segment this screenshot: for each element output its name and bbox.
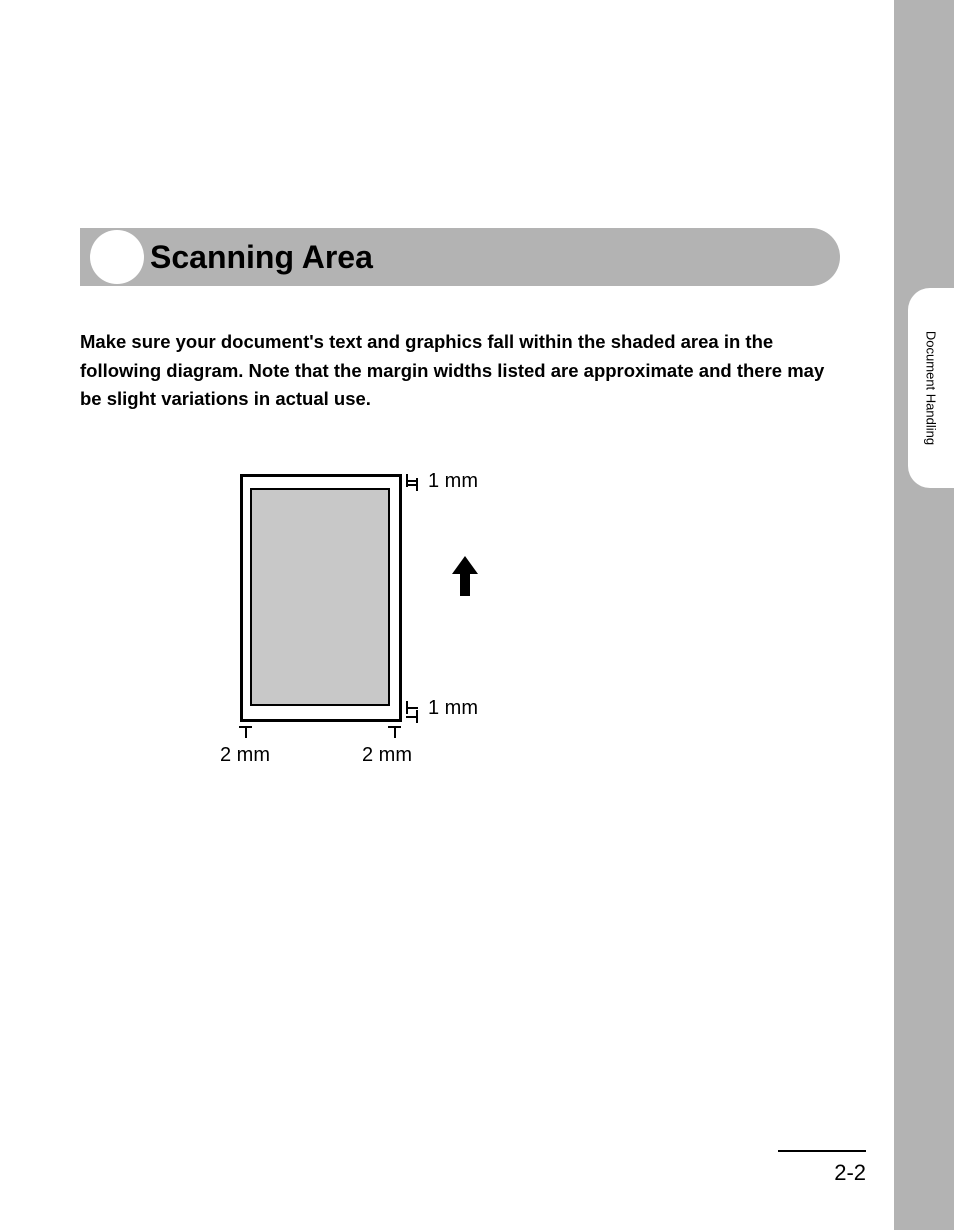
- bracket-right-icon: [388, 726, 401, 738]
- manual-page: Document Handling Scanning Area Make sur…: [0, 0, 954, 1230]
- top-margin-label: 1 mm: [428, 470, 478, 493]
- right-sidebar: Document Handling: [894, 0, 954, 1230]
- heading-bar: Scanning Area: [80, 228, 840, 286]
- bracket-bottom-end-icon: [406, 710, 418, 723]
- bracket-left-icon: [239, 726, 252, 738]
- bracket-top-end-icon: [406, 478, 418, 491]
- diagram-inner: 1 mm 1 mm 2 mm 2 mm: [240, 474, 660, 794]
- feed-direction-arrow-icon: [450, 556, 480, 598]
- scan-area-shaded: [250, 488, 390, 706]
- bottom-margin-label: 1 mm: [428, 697, 478, 720]
- page-number: 2-2: [834, 1160, 866, 1186]
- section-tab: Document Handling: [908, 288, 954, 488]
- section-tab-label: Document Handling: [924, 331, 939, 445]
- page-content: Scanning Area Make sure your document's …: [80, 228, 840, 794]
- scanning-area-diagram: 1 mm 1 mm 2 mm 2 mm: [80, 474, 840, 794]
- intro-paragraph: Make sure your document's text and graph…: [80, 328, 840, 414]
- page-heading: Scanning Area: [150, 239, 373, 276]
- heading-bullet-icon: [90, 230, 144, 284]
- page-footer-rule: [778, 1150, 866, 1152]
- right-margin-label: 2 mm: [362, 744, 412, 767]
- left-margin-label: 2 mm: [220, 744, 270, 767]
